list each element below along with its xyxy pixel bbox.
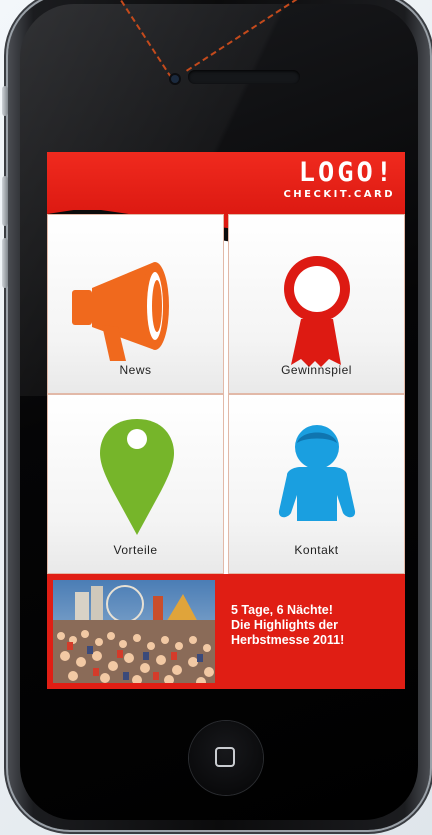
banner-line-3: Herbstmesse 2011! — [231, 633, 345, 647]
fair-crowd-photo — [53, 580, 215, 683]
tile-gewinnspiel[interactable]: Gewinnspiel — [228, 214, 405, 394]
tile-kontakt[interactable]: Kontakt — [228, 394, 405, 574]
volume-up-button — [2, 176, 8, 226]
home-button[interactable] — [189, 721, 263, 795]
tile-label-gewinnspiel: Gewinnspiel — [281, 363, 352, 377]
tile-vorteile[interactable]: Vorteile — [47, 394, 224, 574]
tile-label-kontakt: Kontakt — [294, 543, 339, 557]
logo-subtitle: CHECKIT.CARD — [283, 189, 395, 200]
promo-banner[interactable]: 5 Tage, 6 Nächte! Die Highlights der Her… — [47, 574, 405, 689]
home-square-icon — [215, 747, 235, 767]
banner-headline: 5 Tage, 6 Nächte! Die Highlights der Her… — [231, 603, 403, 648]
banner-line-2: Die Highlights der — [231, 618, 338, 632]
earpiece-speaker — [188, 70, 300, 84]
tile-label-vorteile: Vorteile — [113, 543, 158, 557]
volume-down-button — [2, 238, 8, 288]
app-header: LOGO! CHECKIT.CARD — [47, 152, 405, 212]
tile-news[interactable]: News — [47, 214, 224, 394]
front-camera — [171, 75, 179, 83]
logo-wordmark: LOGO! — [298, 157, 395, 188]
tile-label-news: News — [119, 363, 152, 377]
banner-line-1: 5 Tage, 6 Nächte! — [231, 603, 333, 617]
fair-photo-illustration — [53, 580, 215, 683]
mute-switch — [2, 86, 8, 116]
app-screen: LOGO! CHECKIT.CARD News Gewinnspiel Vort… — [47, 152, 405, 689]
app-logo: LOGO! CHECKIT.CARD — [283, 158, 395, 202]
